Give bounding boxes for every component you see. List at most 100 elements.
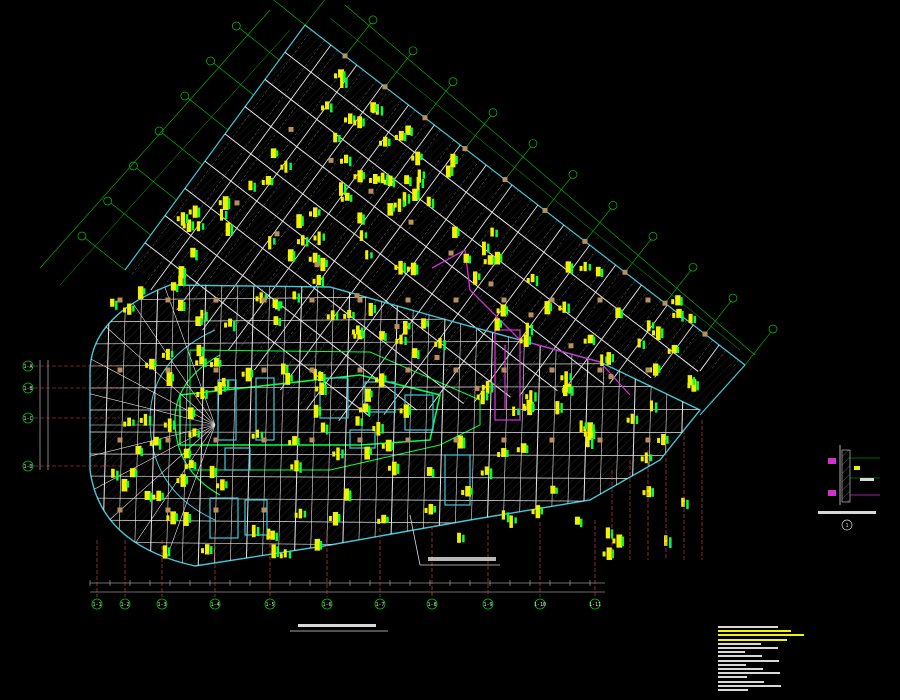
column <box>645 437 651 443</box>
column <box>165 367 171 373</box>
column <box>645 367 651 373</box>
rebar-tag <box>688 313 697 324</box>
grid-line <box>464 115 492 149</box>
grid-line <box>344 22 372 57</box>
column <box>542 207 548 213</box>
column <box>274 231 280 237</box>
grid-bubble-label: 1-11 <box>589 602 601 608</box>
grid-bubble-label: 1-A <box>23 364 32 370</box>
column <box>117 507 123 513</box>
grid-bubble <box>103 196 113 206</box>
section-detail: 1 <box>818 445 880 531</box>
notes-text-line <box>718 655 762 658</box>
column <box>528 312 534 318</box>
grid-bubble <box>568 170 578 179</box>
notes-text-line <box>718 642 761 645</box>
column <box>213 297 219 303</box>
grid-bubble <box>728 293 738 303</box>
rebar-tag <box>457 532 465 543</box>
grid-bubble <box>528 139 538 148</box>
column <box>582 238 588 244</box>
grid-bubble-label: 1-B <box>23 386 32 392</box>
grid-bubble <box>448 77 458 87</box>
column <box>597 437 603 443</box>
column <box>261 297 267 303</box>
column <box>213 507 219 513</box>
detail-number: 1 <box>845 523 848 529</box>
rebar-tag <box>110 298 118 310</box>
column <box>405 437 411 443</box>
grid-bubble <box>608 201 618 210</box>
rebar-tag <box>664 535 672 549</box>
column <box>474 385 480 391</box>
notes-text-line <box>718 672 780 675</box>
notes-text-line <box>718 689 748 691</box>
column <box>117 297 123 303</box>
grid-line <box>704 300 732 335</box>
column <box>549 367 555 373</box>
grid-bubble <box>368 15 378 25</box>
column <box>328 157 334 163</box>
grid-bubble-label: 1-7 <box>375 602 384 608</box>
notes-text-line <box>718 647 778 649</box>
grid-bubble-label: 1-9 <box>483 602 492 608</box>
column <box>117 367 123 373</box>
grid-bubble-label: 1-2 <box>120 602 129 608</box>
column <box>234 200 240 206</box>
column <box>422 115 428 121</box>
column <box>342 53 348 59</box>
column <box>117 437 123 443</box>
column <box>354 293 360 299</box>
column <box>645 297 651 303</box>
grid-line <box>161 132 203 166</box>
rebar-tag <box>671 295 683 306</box>
column <box>357 297 363 303</box>
column <box>357 367 363 373</box>
grid-bubble <box>206 56 215 66</box>
grid-bubble <box>77 231 87 241</box>
grid-line <box>544 177 572 211</box>
rebar-tag <box>509 515 517 528</box>
notes-text-line <box>718 680 764 683</box>
column <box>309 367 315 373</box>
column <box>309 437 315 443</box>
grid-bubble <box>688 262 698 272</box>
column <box>434 354 440 360</box>
notes-text-line <box>718 668 763 670</box>
column <box>453 437 459 443</box>
grid-bubble-label: 1-10 <box>534 602 546 608</box>
column <box>261 437 267 443</box>
notes-text-line <box>718 663 746 666</box>
grid-bubble-label: 1-5 <box>265 602 274 608</box>
column <box>165 437 171 443</box>
rebar-tag <box>681 497 689 510</box>
column <box>622 269 628 275</box>
column <box>501 367 507 373</box>
column <box>448 250 454 256</box>
column <box>261 367 267 373</box>
cad-drawing-canvas: 1-1 1-2 1-3 1-4 1-5 1-6 1-7 1-8 1-9 1-10 1-11 1-A 1… <box>22 0 880 632</box>
column <box>608 374 614 380</box>
grid-bubble <box>648 231 658 241</box>
rebar-tag <box>271 544 279 559</box>
rebar-tag <box>225 222 234 236</box>
general-notes <box>718 626 838 696</box>
grid-bubble <box>488 108 498 117</box>
column <box>453 367 459 373</box>
column <box>597 297 603 303</box>
column <box>549 437 555 443</box>
grid-line <box>744 331 772 366</box>
column <box>394 324 400 330</box>
notes-text-line <box>718 634 804 637</box>
grid-line <box>110 202 151 236</box>
column <box>597 367 603 373</box>
notes-text-line <box>718 676 747 679</box>
grid-line <box>187 97 229 131</box>
grid-line <box>213 62 254 96</box>
notes-text-line <box>718 684 781 687</box>
grid-bubble-label: 1-6 <box>322 602 331 608</box>
grid-bubble-label: 1-C <box>23 416 32 422</box>
column <box>702 331 708 337</box>
column <box>309 297 315 303</box>
column <box>568 343 574 349</box>
